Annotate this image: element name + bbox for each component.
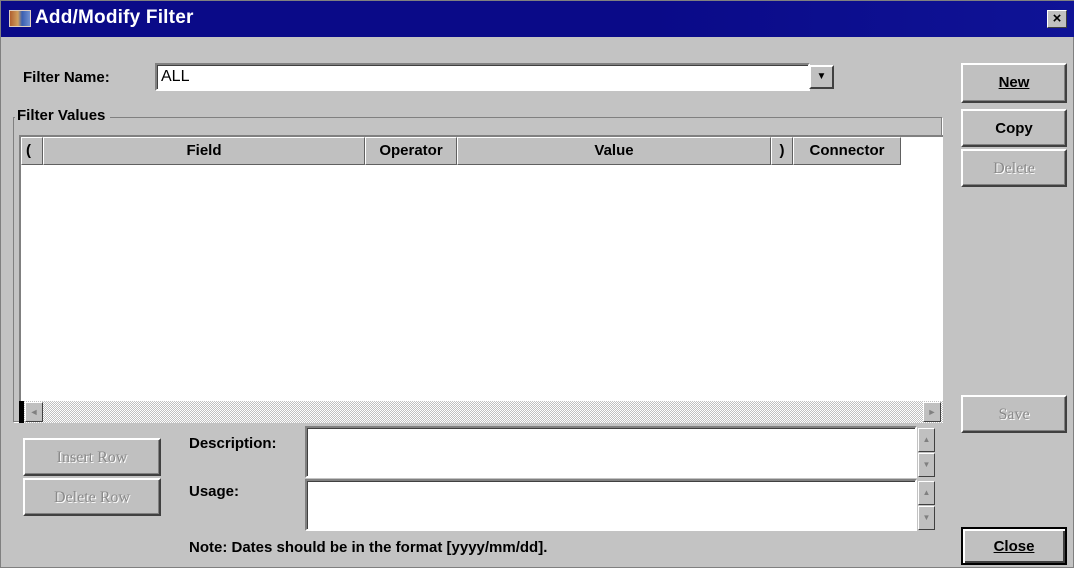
chevron-down-icon: ▼	[816, 71, 827, 82]
scroll-left-button[interactable]: ◄	[25, 402, 43, 422]
filter-name-dropdown-button[interactable]: ▼	[809, 65, 834, 89]
title-bar[interactable]: Add/Modify Filter ×	[1, 1, 1074, 37]
usage-scroll-up[interactable]: ▲	[918, 481, 935, 505]
app-icon	[9, 10, 31, 27]
column-header-field[interactable]: Field	[43, 137, 365, 165]
filter-values-grid[interactable]: ( Field Operator Value ) Connector	[19, 135, 943, 421]
description-scroll-up[interactable]: ▲	[918, 428, 935, 452]
new-button-label: New	[998, 74, 1030, 91]
window-title: Add/Modify Filter	[35, 7, 194, 28]
date-format-note: Note: Dates should be in the format [yyy…	[189, 539, 548, 556]
save-button[interactable]: Save	[961, 395, 1067, 433]
arrow-left-icon: ◄	[29, 407, 39, 417]
arrow-up-icon: ▲	[922, 488, 931, 497]
close-button[interactable]: Close	[961, 527, 1067, 565]
filter-name-label: Filter Name:	[23, 69, 110, 86]
add-modify-filter-dialog: Add/Modify Filter × Filter Name: ALL ▼ F…	[0, 0, 1074, 568]
arrow-down-icon: ▼	[922, 513, 931, 522]
filter-values-group-title: Filter Values	[15, 107, 111, 124]
usage-scroll-down[interactable]: ▼	[918, 506, 935, 530]
insert-row-button[interactable]: Insert Row	[23, 438, 161, 476]
scroll-right-button[interactable]: ►	[923, 402, 941, 422]
filter-name-combo[interactable]: ALL	[155, 63, 810, 91]
column-header-connector[interactable]: Connector	[793, 137, 901, 165]
column-header-value[interactable]: Value	[457, 137, 771, 165]
close-button-label: Close	[993, 538, 1035, 555]
delete-button[interactable]: Delete	[961, 149, 1067, 187]
filter-name-value[interactable]: ALL	[161, 68, 189, 86]
arrow-up-icon: ▲	[922, 435, 931, 444]
new-button[interactable]: New	[961, 63, 1067, 103]
grid-horizontal-scrollbar[interactable]: ◄ ►	[19, 401, 943, 423]
description-label: Description:	[189, 435, 277, 452]
copy-button[interactable]: Copy	[961, 109, 1067, 147]
description-textarea[interactable]	[305, 426, 917, 478]
description-scroll-down[interactable]: ▼	[918, 453, 935, 477]
usage-label: Usage:	[189, 483, 240, 500]
arrow-right-icon: ►	[927, 407, 937, 417]
column-header-close-paren[interactable]: )	[771, 137, 793, 165]
close-window-button[interactable]: ×	[1047, 10, 1067, 28]
arrow-down-icon: ▼	[922, 460, 931, 469]
row-indicator	[19, 401, 24, 423]
column-header-open-paren[interactable]: (	[21, 137, 43, 165]
delete-row-button[interactable]: Delete Row	[23, 478, 161, 516]
column-header-operator[interactable]: Operator	[365, 137, 457, 165]
usage-textarea[interactable]	[305, 479, 917, 531]
